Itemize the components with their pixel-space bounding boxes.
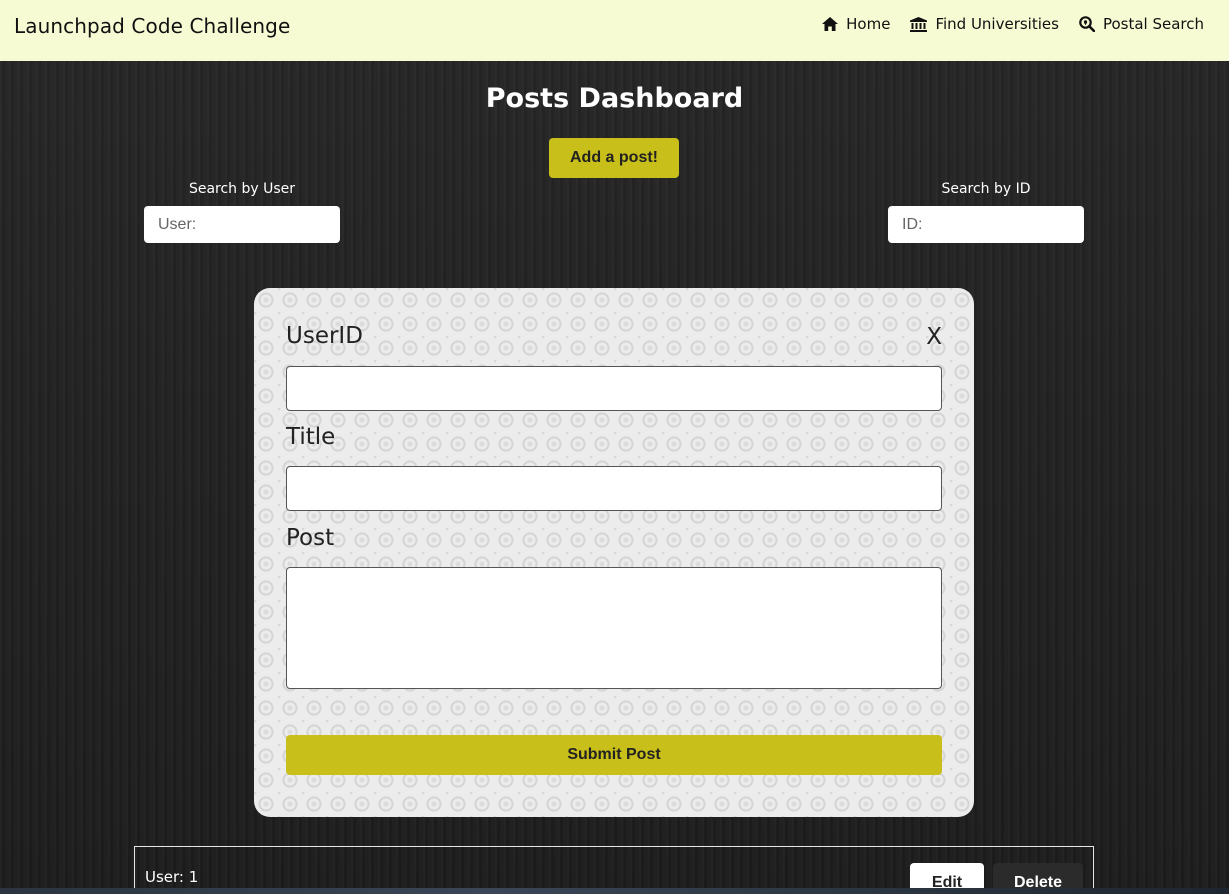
post-label: Post bbox=[286, 525, 335, 551]
search-user-input[interactable] bbox=[144, 206, 340, 243]
brand-title: Launchpad Code Challenge bbox=[14, 14, 291, 38]
userid-input[interactable] bbox=[286, 366, 942, 411]
page-title: Posts Dashboard bbox=[485, 83, 744, 114]
nav-postal-search-link[interactable]: Postal Search bbox=[1079, 15, 1204, 33]
nav-links: Home Find Universities Postal Search bbox=[822, 15, 1204, 33]
search-id-input[interactable] bbox=[888, 206, 1084, 243]
search-by-user-group: Search by User bbox=[144, 181, 340, 243]
post-textarea[interactable] bbox=[286, 567, 942, 689]
nav-home-label: Home bbox=[846, 15, 891, 33]
navbar: Launchpad Code Challenge Home Find Unive… bbox=[0, 0, 1229, 61]
submit-post-button[interactable]: Submit Post bbox=[286, 735, 942, 775]
add-post-button[interactable]: Add a post! bbox=[549, 138, 679, 178]
post-card: User: 1 Edit Delete bbox=[134, 846, 1094, 894]
title-input[interactable] bbox=[286, 466, 942, 511]
nav-universities-link[interactable]: Find Universities bbox=[910, 15, 1059, 33]
nav-postal-search-label: Postal Search bbox=[1102, 15, 1204, 33]
taskbar-strip bbox=[0, 888, 1229, 894]
add-post-form-card: X UserID Title Post Submit Post bbox=[254, 288, 974, 817]
search-by-id-label: Search by ID bbox=[941, 181, 1031, 197]
post-user-text: User: 1 bbox=[145, 868, 199, 886]
nav-universities-label: Find Universities bbox=[935, 15, 1059, 33]
userid-label: UserID bbox=[286, 323, 363, 349]
home-icon bbox=[822, 17, 839, 31]
search-location-icon bbox=[1079, 16, 1095, 32]
search-by-id-group: Search by ID bbox=[888, 181, 1084, 243]
search-by-user-label: Search by User bbox=[188, 181, 296, 197]
title-label: Title bbox=[286, 424, 336, 450]
university-icon bbox=[910, 16, 928, 32]
nav-home-link[interactable]: Home bbox=[822, 15, 890, 33]
close-form-button[interactable]: X bbox=[926, 324, 942, 350]
